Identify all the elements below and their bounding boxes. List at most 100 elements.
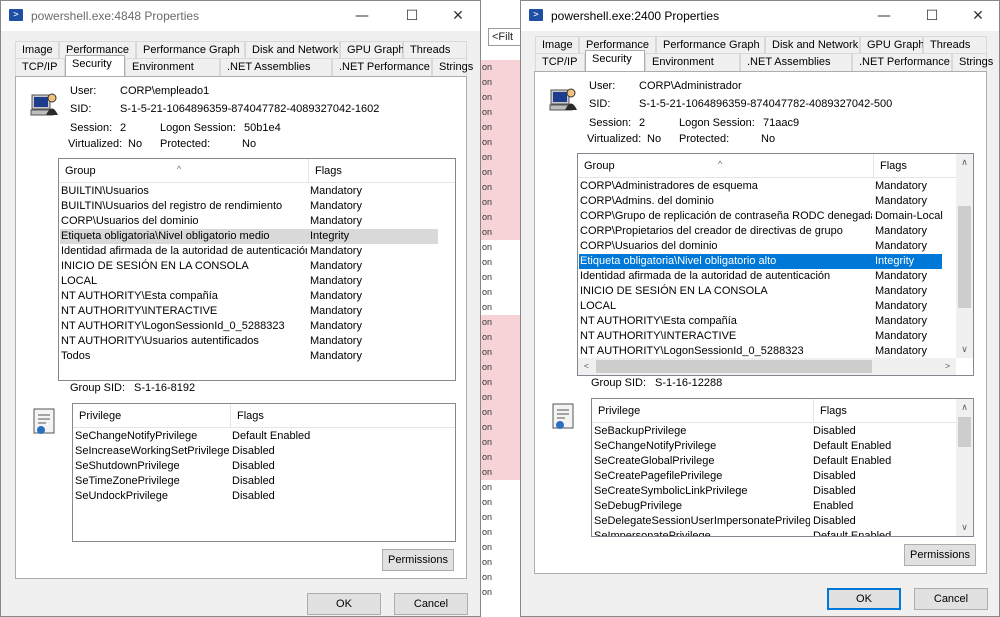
group-row[interactable]: CORP\Admins. del dominio Mandatory [579, 194, 942, 209]
group-row[interactable]: Identidad afirmada de la autoridad de au… [60, 244, 438, 259]
group-row[interactable]: CORP\Administradores de esquema Mandatory [579, 179, 942, 194]
tab-net-performance[interactable]: .NET Performance [332, 58, 432, 76]
tab-performance-graph[interactable]: Performance Graph [136, 41, 245, 59]
tab-gpu-graph[interactable]: GPU Graph [860, 36, 924, 54]
properties-dialog-4848: > powershell.exe:4848 Properties — ☐ ✕ I… [0, 0, 481, 617]
maximize-button[interactable]: ☐ [909, 1, 955, 31]
privilege-row[interactable]: SeCreateGlobalPrivilege Default Enabled [593, 454, 957, 469]
privileges-vertical-scrollbar[interactable]: ∧ ∨ [956, 399, 973, 536]
group-row[interactable]: NT AUTHORITY\INTERACTIVE Mandatory [60, 304, 438, 319]
group-column-header[interactable]: Group ^ [59, 159, 309, 183]
group-row[interactable]: Todos Mandatory [60, 349, 438, 364]
group-row[interactable]: BUILTIN\Usuarios Mandatory [60, 184, 438, 199]
tab-threads[interactable]: Threads [403, 41, 467, 59]
privilege-row[interactable]: SeCreatePagefilePrivilege Disabled [593, 469, 957, 484]
group-row[interactable]: Etiqueta obligatoria\Nivel obligatorio a… [579, 254, 942, 269]
groups-list[interactable]: Group ^ Flags BUILTIN\Usuarios Mandatory B… [58, 158, 456, 381]
group-row[interactable]: CORP\Usuarios del dominio Mandatory [60, 214, 438, 229]
group-column-header[interactable]: Group ^ [578, 154, 874, 178]
group-row[interactable]: Identidad afirmada de la autoridad de au… [579, 269, 942, 284]
close-button[interactable]: ✕ [955, 1, 1000, 31]
group-row[interactable]: INICIO DE SESIÓN EN LA CONSOLA Mandatory [60, 259, 438, 274]
tab-net-assemblies[interactable]: .NET Assemblies [740, 53, 852, 71]
tab-tcp-ip[interactable]: TCP/IP [15, 58, 65, 76]
privilege-row[interactable]: SeBackupPrivilege Disabled [593, 424, 957, 439]
scroll-left-icon[interactable]: < [578, 358, 595, 375]
cancel-button[interactable]: Cancel [394, 593, 468, 615]
horizontal-scroll-thumb[interactable] [596, 360, 872, 373]
flags-column-header[interactable]: Flags [874, 154, 958, 178]
scroll-thumb[interactable] [958, 206, 971, 308]
background-row: on [480, 330, 520, 345]
privileges-list[interactable]: Privilege Flags SeBackupPrivilege Disable… [591, 398, 974, 537]
permissions-button[interactable]: Permissions [904, 544, 976, 566]
group-row[interactable]: Etiqueta obligatoria\Nivel obligatorio m… [60, 229, 438, 244]
privilege-row[interactable]: SeShutdownPrivilege Disabled [74, 459, 455, 474]
tab-image[interactable]: Image [535, 36, 579, 54]
scroll-right-icon[interactable]: > [939, 358, 956, 375]
tab-environment[interactable]: Environment [645, 53, 740, 71]
group-row[interactable]: NT AUTHORITY\LogonSessionId_0_5288323 Man… [60, 319, 438, 334]
privilege-flags-column-header[interactable]: Flags [231, 404, 455, 428]
privilege-row[interactable]: SeImpersonatePrivilege Default Enabled [593, 529, 957, 536]
group-row[interactable]: BUILTIN\Usuarios del registro de rendimi… [60, 199, 438, 214]
group-row[interactable]: LOCAL Mandatory [579, 299, 942, 314]
tab-disk-and-network[interactable]: Disk and Network [765, 36, 860, 54]
privilege-row[interactable]: SeChangeNotifyPrivilege Default Enabled [593, 439, 957, 454]
tab-strings[interactable]: Strings [952, 53, 993, 71]
minimize-button[interactable]: — [339, 1, 385, 31]
group-row[interactable]: NT AUTHORITY\Esta compañía Mandatory [579, 314, 942, 329]
ok-button[interactable]: OK [307, 593, 381, 615]
filter-input[interactable]: <Filt [488, 28, 520, 46]
close-button[interactable]: ✕ [435, 1, 481, 31]
tab-performance-graph[interactable]: Performance Graph [656, 36, 765, 54]
privilege-row[interactable]: SeDebugPrivilege Enabled [593, 499, 957, 514]
group-row[interactable]: NT AUTHORITY\INTERACTIVE Mandatory [579, 329, 942, 344]
scroll-up-icon[interactable]: ∧ [956, 399, 973, 416]
group-row[interactable]: NT AUTHORITY\Usuarios autentificados Mand… [60, 334, 438, 349]
tab-environment[interactable]: Environment [125, 58, 220, 76]
tab-security[interactable]: Security [585, 50, 645, 71]
group-row[interactable]: CORP\Grupo de replicación de contraseña … [579, 209, 943, 224]
scroll-down-icon[interactable]: ∨ [956, 519, 973, 536]
groups-list[interactable]: Group ^ Flags CORP\Administradores de es… [577, 153, 974, 376]
group-row[interactable]: LOCAL Mandatory [60, 274, 438, 289]
scroll-down-icon[interactable]: ∨ [956, 341, 973, 358]
ok-button[interactable]: OK [827, 588, 901, 610]
privilege-column-header[interactable]: Privilege [592, 399, 814, 423]
groups-vertical-scrollbar[interactable]: ∧ ∨ [956, 154, 973, 358]
scroll-up-icon[interactable]: ∧ [956, 154, 973, 171]
tab-net-performance[interactable]: .NET Performance [852, 53, 952, 71]
privilege-row[interactable]: SeDelegateSessionUserImpersonatePrivileg… [593, 514, 957, 529]
flags-column-header[interactable]: Flags [309, 159, 455, 183]
privilege-column-header[interactable]: Privilege [73, 404, 231, 428]
permissions-button[interactable]: Permissions [382, 549, 454, 571]
minimize-button[interactable]: — [861, 1, 907, 31]
tab-strings[interactable]: Strings [432, 58, 473, 76]
tab-security[interactable]: Security [65, 55, 125, 76]
tab-net-assemblies[interactable]: .NET Assemblies [220, 58, 332, 76]
privilege-row[interactable]: SeChangeNotifyPrivilege Default Enabled [74, 429, 455, 444]
group-row[interactable]: INICIO DE SESIÓN EN LA CONSOLA Mandatory [579, 284, 942, 299]
tab-threads[interactable]: Threads [923, 36, 987, 54]
groups-horizontal-scrollbar[interactable]: < > [578, 358, 956, 375]
group-row[interactable]: CORP\Usuarios del dominio Mandatory [579, 239, 942, 254]
cancel-button[interactable]: Cancel [914, 588, 988, 610]
privilege-row[interactable]: SeUndockPrivilege Disabled [74, 489, 455, 504]
privileges-list[interactable]: Privilege Flags SeChangeNotifyPrivilege D… [72, 403, 456, 542]
scroll-thumb[interactable] [958, 417, 971, 447]
privileges-header: Privilege Flags [592, 399, 956, 423]
group-row[interactable]: NT AUTHORITY\LogonSessionId_0_5288323 Man… [579, 344, 942, 359]
background-row: on [482, 257, 493, 267]
privilege-row[interactable]: SeTimeZonePrivilege Disabled [74, 474, 455, 489]
privilege-flags-column-header[interactable]: Flags [814, 399, 958, 423]
tab-tcp-ip[interactable]: TCP/IP [535, 53, 585, 71]
tab-disk-and-network[interactable]: Disk and Network [245, 41, 340, 59]
tab-image[interactable]: Image [15, 41, 59, 59]
maximize-button[interactable]: ☐ [389, 1, 435, 31]
privilege-row[interactable]: SeCreateSymbolicLinkPrivilege Disabled [593, 484, 957, 499]
group-row[interactable]: CORP\Propietarios del creador de directi… [579, 224, 942, 239]
group-row[interactable]: NT AUTHORITY\Esta compañía Mandatory [60, 289, 438, 304]
privilege-row[interactable]: SeIncreaseWorkingSetPrivilege Disabled [74, 444, 455, 459]
tab-gpu-graph[interactable]: GPU Graph [340, 41, 404, 59]
